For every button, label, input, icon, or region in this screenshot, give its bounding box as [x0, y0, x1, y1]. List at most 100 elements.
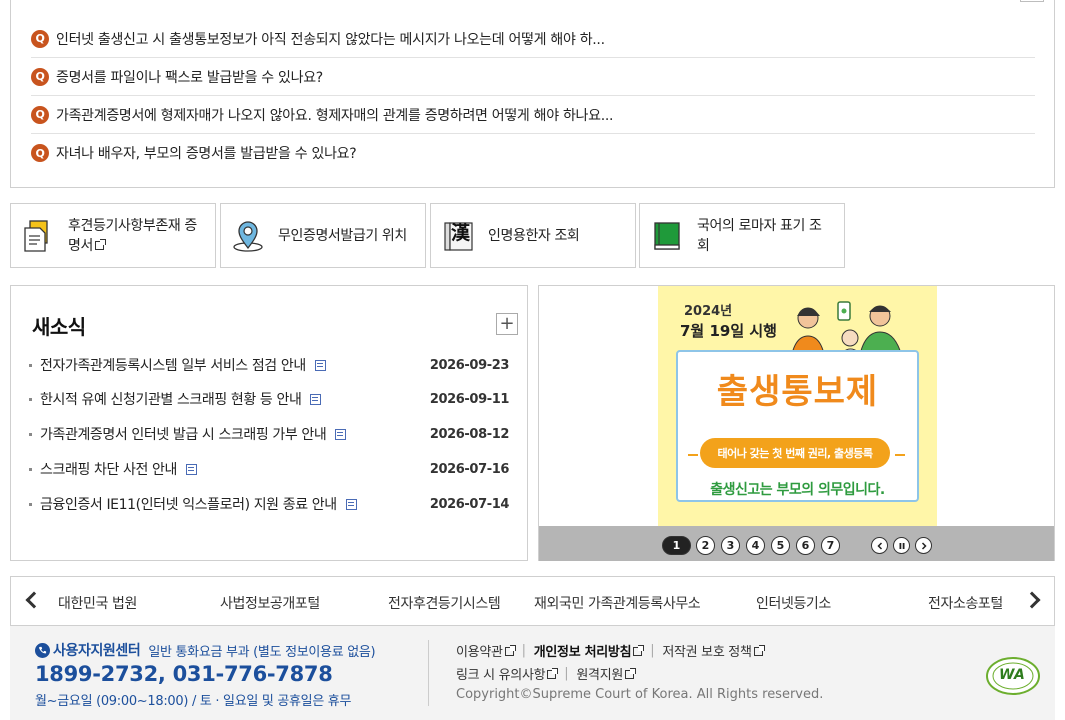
- family-prev-arrow-icon[interactable]: [25, 591, 43, 609]
- family-link[interactable]: 사법정보공개포털: [220, 593, 320, 613]
- phone-icon: [35, 642, 50, 658]
- hanja-book-icon: 漢: [441, 219, 475, 253]
- family-link[interactable]: 전자후견등기시스템: [388, 593, 501, 613]
- faq-item[interactable]: Q 자녀나 배우자, 부모의 증명서를 발급받을 수 있나요?: [31, 134, 1035, 172]
- question-icon: Q: [31, 29, 49, 48]
- poster-pill: 태어나 갖는 첫 번째 권리, 출생등록: [700, 438, 890, 468]
- faq-box: Q 인터넷 출생신고 시 출생통보정보가 아직 전송되지 않았다는 메시지가 나…: [10, 0, 1055, 188]
- slide-page-7[interactable]: 7: [821, 536, 840, 555]
- family-link[interactable]: 전자소송포털: [928, 593, 1003, 613]
- document-icon: [310, 393, 322, 405]
- pill-dash-right: [895, 454, 905, 456]
- news-item[interactable]: 전자가족관계등록시스템 일부 서비스 점검 안내 2026-09-23: [29, 353, 509, 377]
- certificate-doc-icon: [21, 219, 55, 253]
- romanization-lookup-button[interactable]: 국어의 로마자 표기 조 회: [639, 203, 845, 268]
- news-panel: 새소식 + 전자가족관계등록시스템 일부 서비스 점검 안내 2026-09-2…: [10, 285, 528, 561]
- kiosk-location-button[interactable]: 무인증명서발급기 위치: [220, 203, 426, 268]
- slide-page-1[interactable]: 1: [662, 536, 691, 555]
- document-icon: [185, 463, 197, 475]
- slide-pause-button[interactable]: [893, 537, 910, 554]
- copyright-policy-link[interactable]: 저작권 보호 정책: [662, 641, 765, 660]
- question-icon: Q: [31, 67, 49, 86]
- news-item[interactable]: 금융인증서 IE11(인터넷 익스플로러) 지원 종료 안내 2026-07-1…: [29, 492, 509, 516]
- support-center-note: 일반 통화요금 부과 (별도 정보이용료 없음): [148, 644, 376, 660]
- faq-item-text: 자녀나 배우자, 부모의 증명서를 발급받을 수 있나요?: [56, 146, 357, 162]
- faq-item-text: 인터넷 출생신고 시 출생통보정보가 아직 전송되지 않았다는 메시지가 나오는…: [56, 31, 605, 48]
- support-center-label: 사용자지원센터: [53, 643, 141, 659]
- slide-page-2[interactable]: 2: [696, 536, 715, 555]
- web-accessibility-mark: WA: [985, 656, 1041, 696]
- family-link[interactable]: 인터넷등기소: [756, 593, 831, 613]
- document-icon: [345, 498, 357, 510]
- slide-page-3[interactable]: 3: [721, 536, 740, 555]
- news-item-title: 한시적 유예 신청기관별 스크래핑 현황 등 안내: [40, 392, 302, 408]
- news-title: 새소식: [32, 315, 86, 339]
- hanja-glyph: 漢: [451, 221, 470, 244]
- terms-link[interactable]: 이용약관: [456, 641, 516, 660]
- slide-prev-button[interactable]: [871, 537, 888, 554]
- faq-item[interactable]: Q 인터넷 출생신고 시 출생통보정보가 아직 전송되지 않았다는 메시지가 나…: [31, 20, 1035, 58]
- news-item-date: 2026-09-11: [429, 391, 510, 407]
- slider-controls: 1 2 3 4 5 6 7: [539, 526, 1054, 561]
- bullet: [29, 502, 32, 506]
- slide-page-4[interactable]: 4: [746, 536, 765, 555]
- bullet: [29, 432, 32, 436]
- news-item-date: 2026-07-14: [429, 496, 510, 512]
- separator: |: [564, 666, 569, 681]
- slide-next-button[interactable]: [915, 537, 932, 554]
- bullet: [29, 397, 32, 401]
- guardianship-certificate-button[interactable]: 후견등기사항부존재 증 명서: [10, 203, 216, 268]
- news-item[interactable]: 가족관계증명서 인터넷 발급 시 스크래핑 가부 안내 2026-08-12: [29, 422, 509, 446]
- pill-dash-left: [688, 454, 698, 456]
- link-notice-link[interactable]: 링크 시 유의사항: [456, 664, 559, 683]
- green-book-icon: [650, 219, 684, 253]
- faq-more-button[interactable]: [1020, 0, 1044, 2]
- family-link[interactable]: 대한민국 법원: [58, 593, 137, 613]
- external-link-icon: [94, 238, 106, 250]
- faq-item[interactable]: Q 가족관계증명서에 형제자매가 나오지 않아요. 형제자매의 관계를 증명하려…: [31, 96, 1035, 134]
- footer-links-row1: 이용약관 | 개인정보 처리방침 | 저작권 보호 정책: [456, 641, 765, 660]
- external-link-icon: [625, 668, 637, 679]
- wa-mark-text: WA: [999, 667, 1025, 683]
- family-link[interactable]: 재외국민 가족관계등록사무소: [534, 593, 701, 613]
- document-icon: [335, 428, 347, 440]
- chevron-right-icon: [921, 541, 927, 550]
- news-item-date: 2026-07-16: [429, 461, 510, 477]
- footer-links-row2: 링크 시 유의사항 | 원격지원: [456, 664, 637, 683]
- slide-page-5[interactable]: 5: [771, 536, 790, 555]
- news-item-title: 스크래핑 차단 사전 안내: [40, 462, 177, 478]
- banner-slider: 2024년 7월 19일 시행 출생통보제 태어나 갖는 첫 번째 권리, 출생…: [538, 285, 1055, 561]
- hanja-lookup-button[interactable]: 漢 인명용한자 조회: [430, 203, 636, 268]
- news-item-title: 전자가족관계등록시스템 일부 서비스 점검 안내: [40, 358, 306, 374]
- poster-slogan: 출생신고는 부모의 의무입니다.: [710, 482, 885, 498]
- chevron-left-icon: [876, 541, 882, 550]
- news-item[interactable]: 한시적 유예 신청기관별 스크래핑 현황 등 안내 2026-09-11: [29, 387, 509, 411]
- remote-support-link[interactable]: 원격지원: [576, 664, 637, 683]
- external-link-icon: [547, 668, 559, 679]
- bullet: [29, 467, 32, 471]
- pause-icon: [899, 542, 904, 549]
- news-item-date: 2026-09-23: [429, 357, 510, 373]
- faq-item[interactable]: Q 증명서를 파일이나 팩스로 발급받을 수 있나요?: [31, 58, 1035, 96]
- news-item-date: 2026-08-12: [429, 426, 510, 442]
- news-item-title: 가족관계증명서 인터넷 발급 시 스크래핑 가부 안내: [40, 427, 327, 443]
- poster-year: 2024년: [684, 304, 733, 319]
- separator: |: [521, 643, 526, 658]
- location-pin-icon: [231, 219, 265, 253]
- copyright-text: Copyright©Supreme Court of Korea. All Ri…: [456, 687, 824, 702]
- news-item-title: 금융인증서 IE11(인터넷 익스플로러) 지원 종료 안내: [40, 497, 337, 513]
- guardianship-certificate-label: 후견등기사항부존재 증 명서: [68, 217, 197, 254]
- poster-date: 7월 19일 시행: [680, 322, 777, 340]
- question-icon: Q: [31, 144, 49, 162]
- family-next-arrow-icon[interactable]: [1023, 591, 1041, 609]
- privacy-policy-link[interactable]: 개인정보 처리방침: [534, 641, 645, 660]
- slide-page-6[interactable]: 6: [796, 536, 815, 555]
- kiosk-location-label: 무인증명서발급기 위치: [278, 227, 407, 244]
- birth-notification-poster[interactable]: 2024년 7월 19일 시행 출생통보제 태어나 갖는 첫 번째 권리, 출생…: [658, 286, 937, 526]
- bullet: [29, 363, 32, 367]
- news-item[interactable]: 스크래핑 차단 사전 안내 2026-07-16: [29, 457, 509, 481]
- poster-title: 출생통보제: [716, 372, 879, 412]
- external-link-icon: [633, 645, 645, 656]
- external-link-icon: [504, 645, 516, 656]
- news-more-button[interactable]: +: [496, 313, 518, 335]
